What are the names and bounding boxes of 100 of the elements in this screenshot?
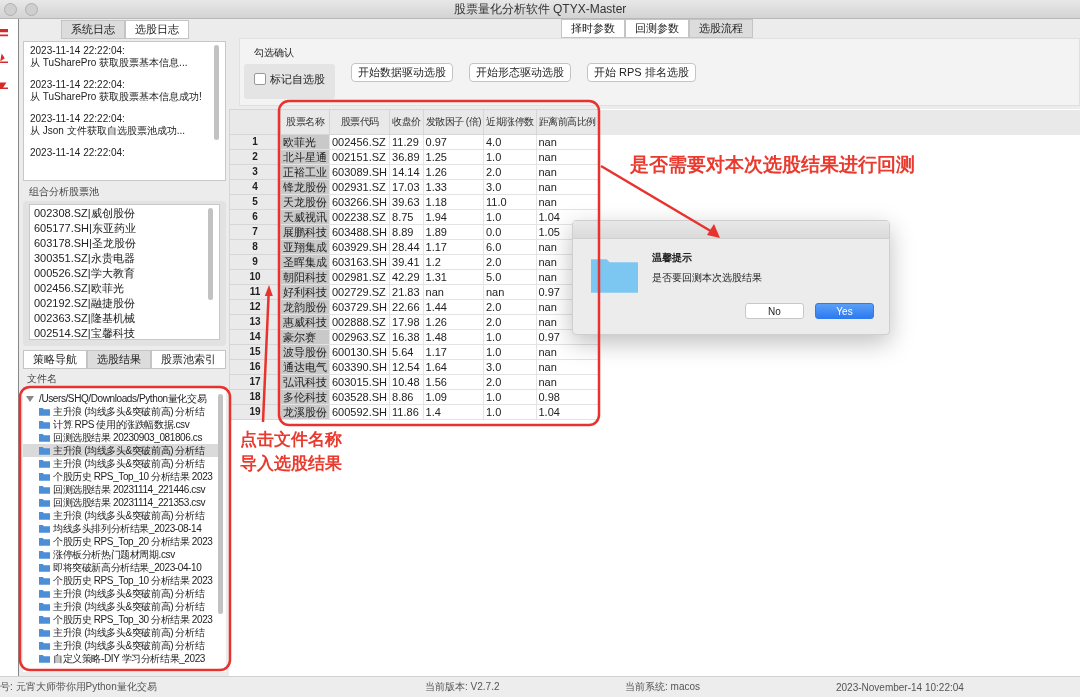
log-tab[interactable]: 系统日志	[60, 20, 125, 39]
table-cell: 10.48	[389, 374, 424, 390]
scrollbar-thumb[interactable]	[218, 394, 223, 614]
file-item[interactable]: 主升浪 (均线多头&突破前高) 分析结	[23, 444, 218, 457]
stock-pool-item[interactable]: 002456.SZ|欧菲光	[34, 281, 202, 296]
folder-icon	[39, 563, 50, 572]
file-item[interactable]: 主升浪 (均线多头&突破前高) 分析结	[23, 405, 218, 418]
file-item[interactable]: 均线多头排列分析结果_2023-08-14	[23, 522, 218, 535]
table-cell: 11.29	[389, 134, 424, 150]
file-item[interactable]: 回测选股结果 20231114_221446.csv	[23, 483, 218, 496]
annotation-text: 是否需要对本次选股结果进行回测	[630, 153, 915, 177]
file-item[interactable]: 个股历史 RPS_Top_20 分析结果 2023	[23, 535, 218, 548]
stock-pool-item[interactable]: 000526.SZ|学大教育	[34, 266, 202, 281]
log-time: 2023-11-14 22:22:04:	[30, 147, 126, 159]
folder-icon	[39, 615, 50, 624]
stock-pool-item[interactable]: 603178.SH|圣龙股份	[34, 236, 202, 251]
table-cell: 002151.SZ	[329, 149, 390, 165]
table-cell: 2.0	[483, 299, 536, 315]
table-cell: 600130.SH	[329, 344, 390, 360]
stock-pool-item[interactable]: 605177.SH|东亚药业	[34, 221, 202, 236]
status-text: 当前系统: macos	[625, 680, 700, 694]
file-item[interactable]: 主升浪 (均线多头&突破前高) 分析结	[23, 626, 218, 639]
table-cell: 17.03	[389, 179, 424, 195]
folder-icon	[39, 498, 50, 507]
folder-icon	[39, 550, 50, 559]
table-cell: 42.29	[389, 269, 424, 285]
pool-label: 组合分析股票池	[29, 185, 100, 199]
log-tab[interactable]: 选股日志	[124, 20, 189, 39]
file-item[interactable]: 个股历史 RPS_Top_10 分析结果 2023	[23, 574, 218, 587]
nav-tab[interactable]: 选股结果	[87, 350, 151, 369]
file-item[interactable]: 主升浪 (均线多头&突破前高) 分析结	[23, 509, 218, 522]
file-item[interactable]: 主升浪 (均线多头&突破前高) 分析结	[23, 587, 218, 600]
table-cell: 1.89	[423, 224, 484, 240]
log-time: 2023-11-14 22:22:04:	[30, 79, 126, 91]
expand-icon[interactable]	[26, 395, 34, 402]
file-item[interactable]: 即将突破新高分析结果_2023-04-10	[23, 561, 218, 574]
log-time: 2023-11-14 22:22:04:	[30, 45, 126, 57]
minimize-button[interactable]	[25, 3, 38, 16]
table-cell: nan	[423, 284, 484, 300]
table-cell: 603015.SH	[329, 374, 390, 390]
file-item[interactable]: 回测选股结果 20230903_081806.cs	[23, 431, 218, 444]
param-tab[interactable]: 回测参数	[625, 19, 689, 38]
table-cell: 11.86	[389, 404, 424, 420]
table-cell: 603266.SH	[329, 194, 390, 210]
file-item[interactable]: 主升浪 (均线多头&突破前高) 分析结	[23, 639, 218, 652]
tree-folder[interactable]: /Users/SHQ/Downloads/Python量化交易	[23, 392, 218, 405]
table-cell: 22.66	[389, 299, 424, 315]
folder-icon	[591, 257, 638, 293]
file-item[interactable]: 回测选股结果 20231114_221353.csv	[23, 496, 218, 509]
folder-icon	[39, 433, 50, 442]
table-cell: 603929.SH	[329, 239, 390, 255]
table-cell: 002456.SZ	[329, 134, 390, 150]
scrollbar-thumb[interactable]	[214, 45, 219, 140]
file-item[interactable]: 主升浪 (均线多头&突破前高) 分析结	[23, 600, 218, 613]
stock-pool-item[interactable]: 002308.SZ|威创股份	[34, 206, 202, 221]
status-text: 当前版本: V2.7.2	[425, 680, 500, 694]
table-cell: 603488.SH	[329, 224, 390, 240]
mark-checkbox[interactable]: 标记自选股	[254, 71, 325, 87]
param-tab[interactable]: 择时参数	[561, 19, 625, 38]
close-button[interactable]	[4, 3, 17, 16]
param-tab[interactable]: 选股流程	[689, 19, 753, 38]
table-cell: 1.17	[423, 239, 484, 255]
stock-pool-item[interactable]: 002363.SZ|隆基机械	[34, 311, 202, 326]
folder-icon	[39, 407, 50, 416]
column-header: 收盘价	[389, 109, 424, 135]
file-item[interactable]: 自定义策略-DIY 学习分析结果_2023	[23, 652, 218, 665]
table-cell: 12.54	[389, 359, 424, 375]
table-cell: 16.38	[389, 329, 424, 345]
table-cell: 1.33	[423, 179, 484, 195]
column-header: 发散因子 (倍)	[423, 109, 484, 135]
scrollbar-thumb[interactable]	[208, 208, 213, 300]
table-cell: 14.14	[389, 164, 424, 180]
action-button[interactable]: 开始数据驱动选股	[351, 62, 453, 82]
logo-icon	[0, 53, 8, 65]
table-cell: 603390.SH	[329, 359, 390, 375]
file-item[interactable]: 涨停板分析热门题材周期.csv	[23, 548, 218, 561]
status-text: 2023-November-14 10:22:04	[836, 681, 964, 693]
table-cell: 600592.SH	[329, 404, 390, 420]
nav-tab[interactable]: 策略导航	[23, 350, 87, 369]
file-item[interactable]: 个股历史 RPS_Top_30 分析结果 2023	[23, 613, 218, 626]
table-cell: 8.86	[389, 389, 424, 405]
folder-icon	[39, 537, 50, 546]
action-button[interactable]: 开始形态驱动选股	[469, 62, 571, 82]
stock-pool-item[interactable]: 002514.SZ|宝馨科技	[34, 326, 202, 339]
stock-pool-item[interactable]: 300351.SZ|永贵电器	[34, 251, 202, 266]
nav-tab[interactable]: 股票池索引	[151, 350, 226, 369]
stock-pool-item[interactable]: 002192.SZ|融捷股份	[34, 296, 202, 311]
action-button[interactable]: 开始 RPS 排名选股	[587, 62, 696, 82]
log-message: 从 TuSharePro 获取股票基本信息...	[30, 57, 189, 69]
table-cell: 39.63	[389, 194, 424, 210]
log-message: 从 Json 文件获取自选股票池成功...	[30, 125, 186, 137]
file-item[interactable]: 计算 RPS 使用的涨跌幅数据.csv	[23, 418, 218, 431]
table-cell: 2.0	[483, 164, 536, 180]
folder-icon	[39, 524, 50, 533]
table-cell: 11.0	[483, 194, 536, 210]
file-item[interactable]: 个股历史 RPS_Top_10 分析结果 2023	[23, 470, 218, 483]
dialog-message: 是否要回测本次选股结果	[652, 271, 762, 285]
table-cell: 1.0	[483, 209, 536, 225]
file-item[interactable]: 主升浪 (均线多头&突破前高) 分析结	[23, 457, 218, 470]
cancel-button[interactable]: No	[745, 303, 804, 319]
